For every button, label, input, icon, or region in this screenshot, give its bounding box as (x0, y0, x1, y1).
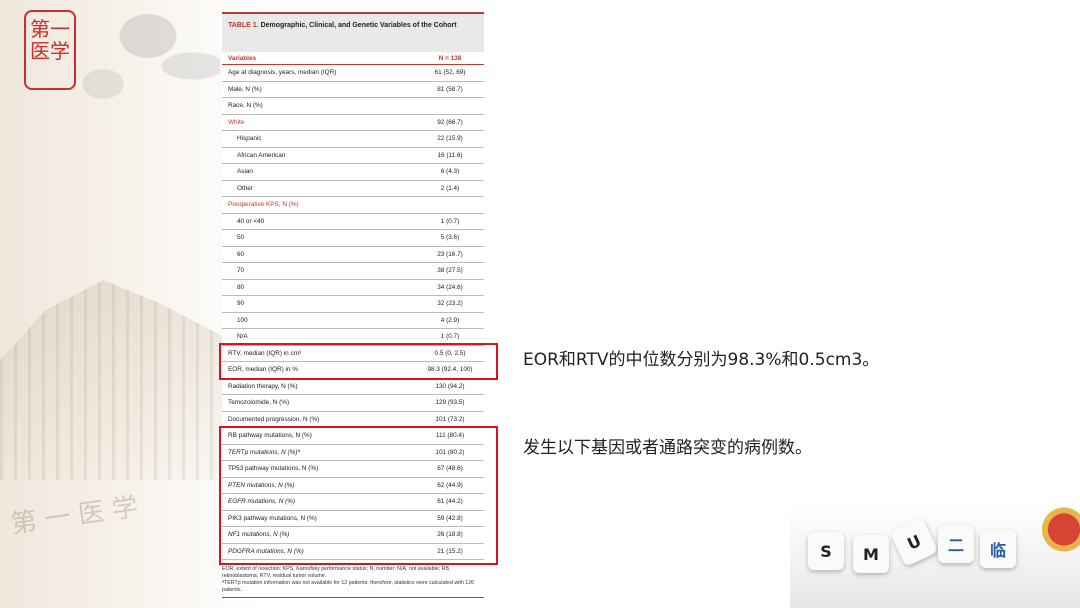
row-label: Age at diagnosis, years, median (IQR) (228, 69, 337, 77)
header-variables: Variables (228, 54, 257, 62)
table-row: 80 34 (24.6) (222, 280, 484, 296)
row-value: 32 (23.2) (437, 300, 463, 308)
row-value: 81 (58.7) (437, 85, 463, 93)
row-value: 92 (66.7) (437, 118, 463, 126)
table-number: TABLE 1. (228, 22, 259, 29)
row-label: Race, N (%) (228, 102, 263, 110)
table-row: Other 2 (1.4) (222, 181, 484, 197)
median-note: EOR和RTV的中位数分别为98.3%和0.5cm3。 (523, 350, 880, 370)
row-value: 129 (93.5) (435, 399, 465, 407)
table-title: TABLE 1. Demographic, Clinical, and Gene… (222, 12, 484, 52)
table-row: Preoperative KPS, N (%) (222, 197, 484, 214)
row-label: Temozolomide, N (%) (228, 399, 290, 407)
row-label: N/A (237, 333, 248, 341)
row-value: 101 (73.2) (435, 415, 465, 423)
row-value: 22 (15.9) (437, 135, 463, 143)
table-row: White 92 (66.7) (222, 115, 484, 131)
table-row: 70 38 (27.5) (222, 263, 484, 280)
table-row: 60 23 (16.7) (222, 247, 484, 263)
row-label: Male, N (%) (228, 85, 262, 93)
row-value: 61 (52, 69) (434, 69, 466, 77)
row-value: 38 (27.5) (437, 267, 463, 275)
row-label: Other (237, 184, 253, 192)
table-row: 50 5 (3.6) (222, 230, 484, 247)
row-label: 100 (237, 316, 248, 324)
row-label: African American (237, 151, 286, 159)
row-label: 40 or <40 (237, 217, 265, 225)
table-row: Male, N (%) 81 (58.7) (222, 82, 484, 98)
footnote-abbreviations: EOR, extent of resection; KPS, Karnofsky… (222, 566, 451, 579)
header-n: N = 138 (438, 54, 462, 62)
row-label: 60 (237, 250, 245, 258)
row-label: Radiation therapy, N (%) (228, 382, 298, 390)
table-row: African American 16 (11.6) (222, 148, 484, 164)
die-m: M (853, 535, 889, 573)
row-value: 5 (3.6) (440, 234, 460, 242)
seal-logo: 第一 医学 (24, 10, 76, 90)
row-value: 130 (94.2) (435, 382, 465, 390)
die-lin: 临 (980, 530, 1016, 568)
row-label: White (228, 118, 245, 126)
row-label: Preoperative KPS, N (%) (228, 201, 299, 209)
table-title-text: Demographic, Clinical, and Genetic Varia… (260, 22, 457, 29)
table-row: 40 or <40 1 (0.7) (222, 214, 484, 230)
row-value: 4 (2.9) (440, 316, 460, 324)
table-row: 100 4 (2.9) (222, 313, 484, 329)
table-row: Temozolomide, N (%) 129 (93.5) (222, 395, 484, 412)
footnote-tertp: ªTERTp mutation information was not avai… (222, 580, 475, 593)
table-header: Variables N = 138 (222, 52, 484, 65)
die-er: 二 (938, 525, 974, 563)
row-value: 1 (0.7) (440, 333, 460, 341)
table-row: 90 32 (23.2) (222, 296, 484, 313)
row-label: Asian (237, 168, 253, 176)
row-value: 16 (11.6) (437, 151, 463, 159)
highlight-box-mutations (219, 426, 498, 565)
die-s: S (808, 532, 844, 570)
mutation-note: 发生以下基因或者通路突变的病例数。 (523, 438, 812, 458)
row-label: Hispanic (237, 135, 262, 143)
highlight-box-rtv-eor (219, 343, 498, 380)
row-label: 70 (237, 267, 245, 275)
row-value: 23 (16.7) (437, 250, 463, 258)
table-row: Asian 6 (4.3) (222, 164, 484, 181)
row-label: 50 (237, 234, 245, 242)
table-row: Race, N (%) (222, 98, 484, 115)
row-value: 1 (0.7) (440, 217, 460, 225)
row-label: 90 (237, 300, 245, 308)
row-value: 6 (4.3) (440, 168, 460, 176)
table-footnote: EOR, extent of resection; KPS, Karnofsky… (222, 566, 484, 598)
emblem-logo (1040, 498, 1080, 568)
table-row: Age at diagnosis, years, median (IQR) 61 … (222, 65, 484, 82)
row-label: Documented progression, N (%) (228, 415, 320, 423)
table-row: Hispanic 22 (15.9) (222, 131, 484, 148)
table-row: Radiation therapy, N (%) 130 (94.2) (222, 379, 484, 395)
row-label: 80 (237, 283, 245, 291)
row-value: 2 (1.4) (440, 184, 460, 192)
row-value: 34 (24.6) (437, 283, 463, 291)
